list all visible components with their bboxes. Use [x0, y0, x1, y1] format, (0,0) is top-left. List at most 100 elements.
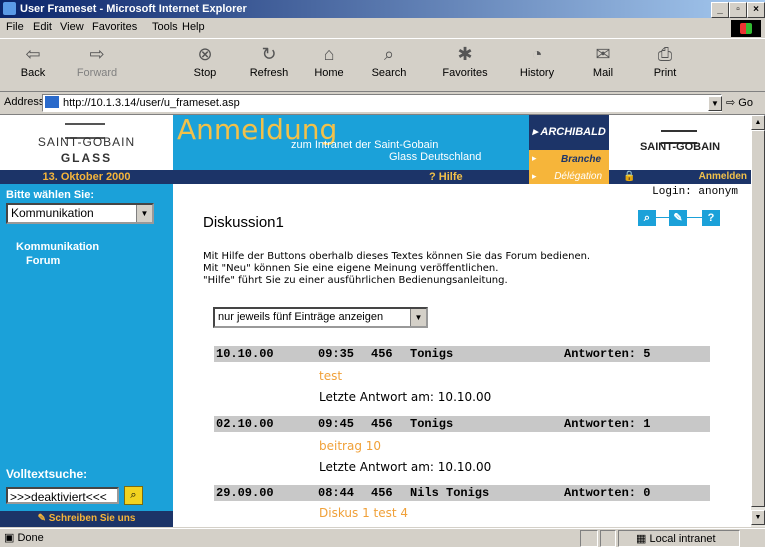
delegation-link[interactable]: ▸ Délégation — [529, 170, 609, 184]
page-content: SAINT-GOBAIN GLASS 13. Oktober 2000 Bitt… — [0, 115, 751, 527]
home-icon: ⌂ — [323, 44, 335, 64]
help-button[interactable]: ? — [702, 210, 720, 226]
address-input[interactable]: http://10.1.3.14/user/u_frameset.asp — [42, 94, 722, 112]
scroll-up-button[interactable]: ▲ — [751, 115, 765, 130]
print-icon: ⎙ — [657, 44, 673, 64]
intro-text: Mit Hilfe der Buttons oberhalb dieses Te… — [203, 251, 591, 286]
fulltext-search-title: Volltextsuche: — [6, 467, 88, 481]
arrow-right-icon: ▸ — [532, 153, 537, 163]
close-button[interactable]: × — [747, 2, 765, 18]
forum-content: Login: anonym Diskussion1 ⌕ ✎ ? Mit Hilf… — [173, 184, 738, 527]
address-bar: Address http://10.1.3.14/user/u_frameset… — [0, 92, 765, 115]
scroll-down-button[interactable]: ▼ — [751, 510, 765, 525]
status-panel — [580, 530, 598, 547]
menu-tools[interactable]: Tools — [152, 21, 178, 33]
favorites-icon: ✱ — [457, 44, 473, 64]
date-bar: 13. Oktober 2000 — [0, 170, 173, 184]
maximize-button[interactable]: ▫ — [729, 2, 747, 18]
page-icon: ▣ — [4, 532, 15, 544]
forum-heading: Diskussion1 — [203, 214, 284, 231]
forward-arrow-icon: ⇨ — [89, 44, 105, 64]
menu-view[interactable]: View — [60, 21, 84, 33]
button-connector — [656, 217, 669, 218]
stop-icon: ⊗ — [197, 44, 213, 64]
pencil-icon: ✎ — [673, 212, 683, 224]
lock-icon: 🔒 — [623, 171, 636, 182]
stop-button[interactable]: ⊗ Stop — [180, 43, 230, 79]
search-button[interactable]: ⌕ Search — [364, 43, 414, 79]
sidebar-item-forum[interactable]: Forum — [26, 255, 60, 267]
title-bar: User Frameset - Microsoft Internet Explo… — [0, 0, 765, 18]
intranet-icon: ▦ — [636, 533, 647, 545]
status-bar: ▣ Done ▦ Local intranet — [0, 528, 765, 547]
post-last-answer: Letzte Antwort am: 10.10.00 — [319, 390, 492, 404]
post-title-link[interactable]: beitrag 10 — [319, 439, 381, 453]
entries-filter-select[interactable]: nur jeweils fünf Einträge anzeigen ▼ — [213, 307, 428, 328]
sidebar: Bitte wählen Sie: Kommunikation ▼ Kommun… — [0, 184, 173, 527]
menu-bar: File Edit View Favorites Tools Help — [0, 18, 765, 39]
menu-help[interactable]: Help — [182, 21, 205, 33]
window-title: User Frameset - Microsoft Internet Explo… — [20, 3, 247, 15]
search-forum-button[interactable]: ⌕ — [638, 210, 656, 226]
saint-gobain-glass-logo: SAINT-GOBAIN GLASS — [0, 115, 173, 172]
mail-button[interactable]: ✉ Mail — [578, 43, 628, 79]
login-status: Login: anonym — [652, 186, 738, 198]
ie-icon — [3, 2, 16, 15]
print-button[interactable]: ⎙ Print — [640, 43, 690, 79]
post-last-answer: Letzte Antwort am: 10.10.00 — [319, 460, 492, 474]
address-dropdown-button[interactable]: ▼ — [708, 96, 722, 111]
home-button[interactable]: ⌂ Home — [304, 43, 354, 79]
post-header-row: 29.09.00 08:44 456 Nils Tonigs Antworten… — [214, 485, 710, 501]
menu-file[interactable]: File — [6, 21, 24, 33]
sidebar-title: Bitte wählen Sie: — [6, 189, 95, 201]
forward-button[interactable]: ⇨ Forward — [72, 43, 122, 79]
address-url: http://10.1.3.14/user/u_frameset.asp — [63, 97, 240, 109]
post-header-row: 02.10.00 09:45 456 Tonigs Antworten: 1 — [214, 416, 710, 432]
windows-logo-icon — [731, 20, 761, 37]
category-select[interactable]: Kommunikation ▼ — [6, 203, 154, 224]
back-button[interactable]: ⇦ Back — [8, 43, 58, 79]
sidebar-item-kommunikation[interactable]: Kommunikation — [16, 241, 99, 253]
status-text: ▣ Done — [4, 532, 44, 544]
fulltext-search-input[interactable]: >>>deaktiviert<<< — [6, 487, 119, 504]
pencil-icon: ✎ — [37, 513, 46, 524]
back-arrow-icon: ⇦ — [25, 44, 41, 64]
menu-favorites[interactable]: Favorites — [92, 21, 137, 33]
chevron-down-icon: ▼ — [136, 205, 152, 222]
search-icon: ⌕ — [383, 44, 395, 64]
scroll-thumb[interactable] — [751, 130, 765, 507]
login-link[interactable]: 🔒 Anmelden — [609, 170, 751, 184]
new-post-button[interactable]: ✎ — [669, 210, 687, 226]
help-icon: ? — [707, 212, 715, 224]
branche-link[interactable]: ▸ Branche — [529, 150, 609, 170]
nav-strip: ? Hilfe ▸ Délégation 🔒 Anmelden — [173, 170, 751, 184]
saint-gobain-logo: SAINT-GOBAIN — [609, 115, 751, 170]
search-go-button[interactable]: ⌕ — [124, 486, 143, 505]
toolbar: ⇦ Back ⇨ Forward ⊗ Stop ↻ Refresh ⌂ Home ⌕ Sea… — [0, 39, 765, 92]
help-link[interactable]: ? Hilfe — [429, 170, 463, 184]
go-arrow-icon: ⇨ — [726, 97, 736, 109]
vertical-scrollbar[interactable]: ▲ ▼ — [751, 115, 765, 527]
history-button[interactable]: ◔ History — [512, 43, 562, 79]
search-icon: ⌕ — [643, 212, 651, 224]
banner-subtitle-1: zum Intranet der Saint-Gobain — [291, 139, 439, 151]
mail-icon: ✉ — [595, 44, 611, 64]
arrow-right-icon: ▸ — [532, 171, 537, 181]
button-connector — [687, 217, 702, 218]
refresh-icon: ↻ — [261, 44, 277, 64]
post-title-link[interactable]: Diskus 1 test 4 — [319, 506, 408, 520]
security-zone: ▦ Local intranet — [636, 533, 716, 545]
menu-edit[interactable]: Edit — [33, 21, 52, 33]
minimize-button[interactable]: _ — [711, 2, 729, 18]
favorites-button[interactable]: ✱ Favorites — [440, 43, 490, 79]
banner-subtitle-2: Glass Deutschland — [389, 151, 482, 163]
write-us-link[interactable]: ✎ Schreiben Sie uns — [0, 511, 173, 527]
address-label: Address — [4, 96, 45, 108]
refresh-button[interactable]: ↻ Refresh — [244, 43, 294, 79]
go-button[interactable]: ⇨ Go — [726, 96, 753, 109]
page-icon — [45, 96, 59, 108]
post-header-row: 10.10.00 09:35 456 Tonigs Antworten: 5 — [214, 346, 710, 362]
archibald-link[interactable]: ▸ ARCHIBALD — [529, 115, 609, 150]
search-icon: ⌕ — [130, 489, 137, 501]
post-title-link[interactable]: test — [319, 369, 342, 383]
